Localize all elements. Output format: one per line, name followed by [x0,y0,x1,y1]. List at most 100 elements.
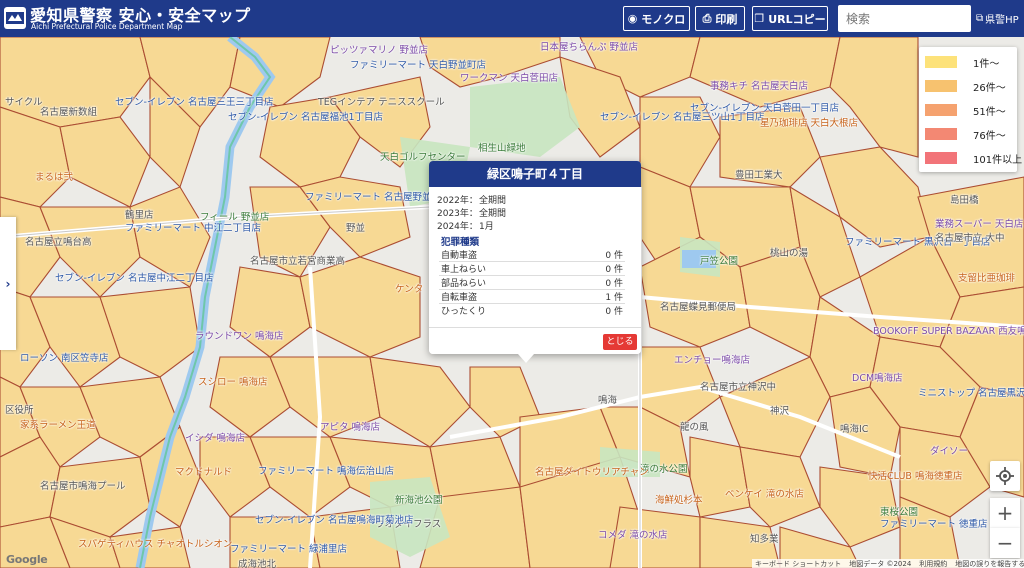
plus-icon: + [996,501,1014,525]
map-place-label: DCM鳴海店 [852,373,903,384]
map-attribution: キーボード ショートカット 地図データ ©2024 利用規約 地図の誤りを報告す… [752,559,1024,568]
period-value: 全期間 [479,196,507,206]
crosshair-icon [996,467,1014,485]
crime-name: ひったくり [441,307,487,317]
legend-label: 26件～ [973,83,1006,94]
map-place-label: 知多業 [750,534,779,545]
map-place-label: エンチョー鳴海店 [674,355,751,366]
crime-name: 車上ねらい [441,265,487,275]
monochrome-label: モノクロ [641,12,686,26]
legend-label: 51件～ [973,107,1006,118]
my-location-button[interactable] [990,461,1020,491]
legend-swatch [925,128,957,140]
map-place-label: アピタ 鳴海店 [320,422,381,433]
map-place-label: ダイソー [930,446,969,457]
map-place-label: セブン-イレブン 名古屋三王三丁目店 [115,97,274,108]
map-place-label: ファミリーマート 天白野並町店 [350,60,487,71]
map-place-label: TEGインテア テニススクール [318,97,445,108]
popup-pointer [518,354,534,363]
map-place-label: 神沢 [770,406,790,417]
map-place-label: ピッツァマリノ 野並店 [330,45,429,56]
map-place-label: 名古屋市鳴海プール [40,481,126,492]
crime-name: 自転車盗 [441,293,478,303]
legend-item: 101件以上 [925,151,1022,166]
close-popup-button[interactable]: とじる [603,334,637,350]
map-place-label: セブン-イレブン 名古屋福池1丁目店 [228,112,383,123]
period-year: 2022年： [437,196,478,206]
popup-title: 緑区鳴子町４丁目 [429,161,641,187]
map-place-label: 支留比亜珈琲 [958,273,1016,284]
map-place-label: 名古屋市立 大中 [935,233,1005,244]
map-place-label: 鶴里店 [125,210,154,221]
crime-name: 部品ねらい [441,279,487,289]
url-copy-button[interactable]: ❐ URLコピー [752,6,828,31]
map-place-label: ファミリーマート 中江二丁目店 [125,223,262,234]
period-value: 全期間 [479,209,507,219]
map-place-label: 快活CLUB 鳴海徳重店 [868,471,963,482]
app-header: 愛知県警察 安心・安全マップ Aichi Prefectural Police … [0,0,1024,37]
app-root: ピッツァマリノ 野並店 日本屋ちらんぷ 野並店ファミリーマート 天白野並町店ワーク… [0,0,1024,568]
legend-item: 51件～ [925,103,1013,118]
map-place-label: ワークマン 天白菅田店 [460,73,559,84]
crime-count: 0 件 [605,307,623,317]
copy-icon: ❐ [754,12,765,25]
legend-item: 76件～ [925,127,1013,142]
crime-count: 1 件 [605,293,623,303]
external-link-icon: ⧉ [976,13,984,24]
search-input[interactable] [838,5,971,32]
map-place-label: 新海池公園 [395,495,443,506]
police-logo-icon [4,7,26,29]
map-data-credit: 地図データ ©2024 [849,559,912,568]
map-place-label: BOOKOFF SUPER BAZAAR 西友鳴海店 [873,326,1024,337]
map-place-label: 名古屋蝶見郵便局 [660,302,737,313]
map-place-label: ファミリーマート 徳重店 [880,519,988,530]
side-panel-toggle[interactable]: › [0,217,16,350]
crime-name: 自動車盗 [441,251,478,261]
map-place-label: 名古屋市立若宮商業高 [250,256,346,267]
crime-row: 車上ねらい 0 件 [439,261,625,276]
legend-swatch [925,80,957,92]
monochrome-button[interactable]: ◉ モノクロ [623,6,690,31]
period-value: 1月 [479,222,494,232]
map-place-label: 日本屋ちらんぷ 野並店 [540,42,639,53]
map-place-label: 龍の風 [680,422,709,433]
police-hp-link[interactable]: ⧉ 県警HP [976,11,1019,26]
map-place-label: 成海池北 [238,559,277,568]
keyboard-shortcuts-link[interactable]: キーボード ショートカット [755,559,841,568]
map-place-label: 業務スーパー 天白店 [935,219,1024,230]
map-place-label: 名古屋市立神沢中 [700,382,777,393]
google-logo: Google [6,553,48,566]
map-place-label: ケンタ [395,284,424,295]
crime-type-heading: 犯罪種類 [441,237,480,248]
map-place-label: まるは弐 [35,172,74,183]
map-place-label: 名古屋ダイトウリアチャン [535,467,649,478]
legend-item: 26件～ [925,79,1013,94]
map-place-label: イシダ 鳴海店 [185,433,246,444]
print-button[interactable]: ⎙ 印刷 [695,6,745,31]
map-place-label: 相生山緑地 [478,143,526,154]
legend-swatch [925,104,957,116]
map-place-label: ファミリーマート 鳴海伝治山店 [258,466,395,477]
crime-row: 自転車盗 1 件 [439,289,625,304]
map-place-label: マクドナルド [175,467,233,478]
terms-link[interactable]: 利用規約 [919,559,947,568]
print-label: 印刷 [715,12,738,26]
crime-count: 0 件 [605,265,623,275]
map-place-label: 名古屋新数組 [40,107,98,118]
zoom-out-button[interactable]: − [990,528,1020,558]
period-year: 2023年： [437,209,478,219]
map-place-label: サイクル [5,97,43,108]
url-copy-label: URLコピー [768,12,826,26]
zoom-in-button[interactable]: + [990,498,1020,528]
map-place-label: ローソン 南区笠寺店 [20,353,109,364]
crime-count: 0 件 [605,251,623,261]
chevron-right-icon: › [5,276,11,291]
crime-count-legend: 1件～ 26件～ 51件～ 76件～ 101件以上 [919,47,1022,172]
crime-row: ひったくり 0 件 [439,303,625,317]
map-place-label: 鳴海 [598,395,618,406]
police-hp-label: 県警HP [985,15,1019,26]
map-place-label: 島田橋 [950,195,979,206]
report-error-link[interactable]: 地図の誤りを報告する [955,559,1024,568]
legend-swatch [925,56,957,68]
map-place-label: ミニストップ 名古屋黒沢台店 [918,388,1024,399]
